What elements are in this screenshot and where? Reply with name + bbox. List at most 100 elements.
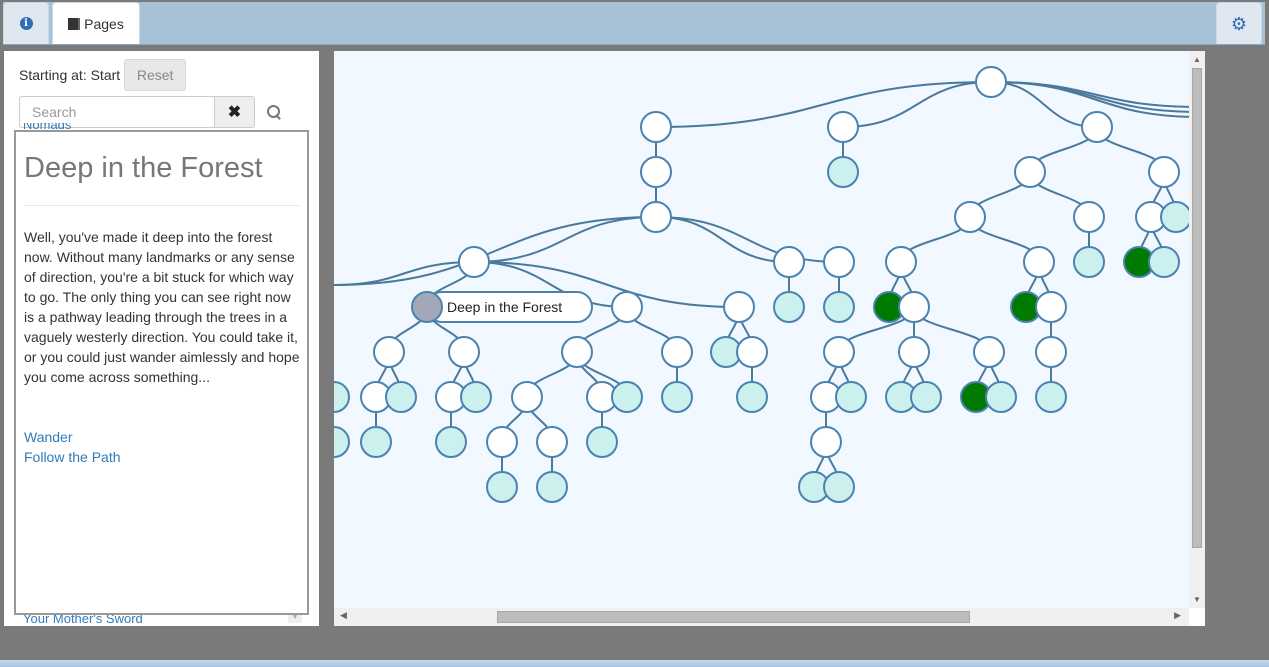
page-choices: Wander Follow the Path	[24, 427, 121, 467]
graph-node-page[interactable]	[885, 246, 917, 278]
graph-node-ending[interactable]	[736, 381, 768, 413]
graph-node-ending[interactable]	[835, 381, 867, 413]
graph-node-page[interactable]	[511, 381, 543, 413]
graph-edge	[334, 216, 657, 286]
graph-node-page[interactable]	[486, 426, 518, 458]
graph-node-page[interactable]	[773, 246, 805, 278]
graph-edge	[473, 216, 657, 263]
graph-node-page[interactable]	[373, 336, 405, 368]
close-icon: ✖	[227, 104, 242, 121]
graph-node-ending[interactable]	[661, 381, 693, 413]
info-icon: i	[19, 17, 33, 30]
page-preview-popup: Deep in the Forest Well, you've made it …	[14, 130, 309, 615]
tab-pages[interactable]: Pages	[52, 2, 140, 44]
graph-node-ending[interactable]	[823, 471, 855, 503]
page-title: Deep in the Forest	[24, 152, 263, 184]
graph-node-page[interactable]	[823, 336, 855, 368]
graph-node-page[interactable]	[898, 336, 930, 368]
search-icon[interactable]	[265, 103, 283, 121]
vertical-scrollbar[interactable]: ▲ ▼	[1189, 51, 1205, 608]
graph-node-ending[interactable]	[536, 471, 568, 503]
graph-node-ending[interactable]	[334, 426, 350, 458]
graph-edge	[334, 261, 475, 286]
horizontal-scroll-thumb[interactable]	[497, 611, 970, 623]
graph-canvas[interactable]: Deep in the Forest	[334, 51, 1189, 608]
graph-node-page[interactable]	[640, 156, 672, 188]
graph-node-page[interactable]	[458, 246, 490, 278]
title-divider	[24, 205, 300, 206]
graph-node-ending[interactable]	[985, 381, 1017, 413]
choice-link-follow-path[interactable]: Follow the Path	[24, 447, 121, 467]
graph-node-page[interactable]	[661, 336, 693, 368]
top-tab-bar: i Pages ⚙	[3, 2, 1265, 45]
graph-node-ending[interactable]	[360, 426, 392, 458]
graph-node-page[interactable]	[898, 291, 930, 323]
clear-search-button[interactable]: ✖	[215, 96, 255, 128]
graph-node-page[interactable]	[1081, 111, 1113, 143]
scroll-left-icon[interactable]: ◀	[340, 610, 347, 621]
selected-node[interactable]: Deep in the Forest	[411, 291, 593, 323]
gear-icon: ⚙	[1230, 13, 1248, 34]
graph-node-ending[interactable]	[1148, 246, 1180, 278]
tab-info[interactable]: i	[3, 2, 49, 44]
page-body: Well, you've made it deep into the fores…	[24, 229, 300, 385]
graph-node-ending[interactable]	[827, 156, 859, 188]
starting-label: Starting at: Start	[19, 67, 121, 83]
graph-node-page[interactable]	[823, 246, 855, 278]
graph-node-ending[interactable]	[460, 381, 492, 413]
graph-node-ending[interactable]	[435, 426, 467, 458]
graph-node-page[interactable]	[1014, 156, 1046, 188]
book-icon	[68, 17, 81, 30]
graph-node-page[interactable]	[611, 291, 643, 323]
graph-node-ending[interactable]	[1160, 201, 1189, 233]
graph-node-ending[interactable]	[910, 381, 942, 413]
horizontal-scrollbar[interactable]: ◀ ▶	[334, 608, 1189, 626]
graph-node-page[interactable]	[640, 111, 672, 143]
graph-node-page[interactable]	[448, 336, 480, 368]
graph-node-page[interactable]	[827, 111, 859, 143]
graph-node-page[interactable]	[1035, 336, 1067, 368]
graph-node-ending[interactable]	[586, 426, 618, 458]
graph-edge	[655, 216, 790, 263]
graph-edge	[990, 81, 1098, 128]
scroll-up-icon[interactable]: ▲	[1189, 55, 1205, 64]
graph-node-ending[interactable]	[611, 381, 643, 413]
graph-node-ending[interactable]	[385, 381, 417, 413]
story-graph[interactable]: Deep in the Forest ▲ ▼ ◀ ▶	[334, 51, 1205, 626]
tab-settings[interactable]: ⚙	[1216, 2, 1262, 44]
graph-node-ending[interactable]	[334, 381, 350, 413]
starting-row: Starting at: Start Reset	[19, 59, 187, 91]
graph-node-page[interactable]	[954, 201, 986, 233]
graph-node-page[interactable]	[975, 66, 1007, 98]
graph-node-selected[interactable]	[411, 291, 443, 323]
graph-node-page[interactable]	[561, 336, 593, 368]
graph-node-page[interactable]	[640, 201, 672, 233]
page-list-item[interactable]: Nomads	[23, 123, 71, 130]
tab-pages-label: Pages	[84, 15, 124, 32]
graph-node-page[interactable]	[723, 291, 755, 323]
graph-node-ending[interactable]	[486, 471, 518, 503]
choice-link-wander[interactable]: Wander	[24, 427, 121, 447]
graph-node-page[interactable]	[973, 336, 1005, 368]
graph-node-page[interactable]	[1073, 201, 1105, 233]
graph-node-page[interactable]	[810, 426, 842, 458]
selected-node-label: Deep in the Forest	[447, 299, 562, 315]
reset-button[interactable]: Reset	[124, 59, 187, 91]
graph-node-ending[interactable]	[1073, 246, 1105, 278]
graph-node-ending[interactable]	[1035, 381, 1067, 413]
graph-node-ending[interactable]	[823, 291, 855, 323]
graph-node-ending[interactable]	[773, 291, 805, 323]
scroll-down-icon[interactable]: ▼	[1189, 595, 1205, 604]
taskbar-strip	[0, 660, 1269, 667]
graph-edge	[655, 81, 992, 128]
scroll-corner	[1189, 608, 1205, 626]
graph-node-page[interactable]	[1035, 291, 1067, 323]
graph-node-page[interactable]	[1023, 246, 1055, 278]
graph-node-page[interactable]	[1148, 156, 1180, 188]
graph-node-page[interactable]	[736, 336, 768, 368]
graph-edge	[842, 81, 992, 128]
graph-edge	[655, 216, 840, 263]
vertical-scroll-thumb[interactable]	[1192, 68, 1202, 548]
scroll-right-icon[interactable]: ▶	[1174, 610, 1181, 621]
graph-node-page[interactable]	[536, 426, 568, 458]
